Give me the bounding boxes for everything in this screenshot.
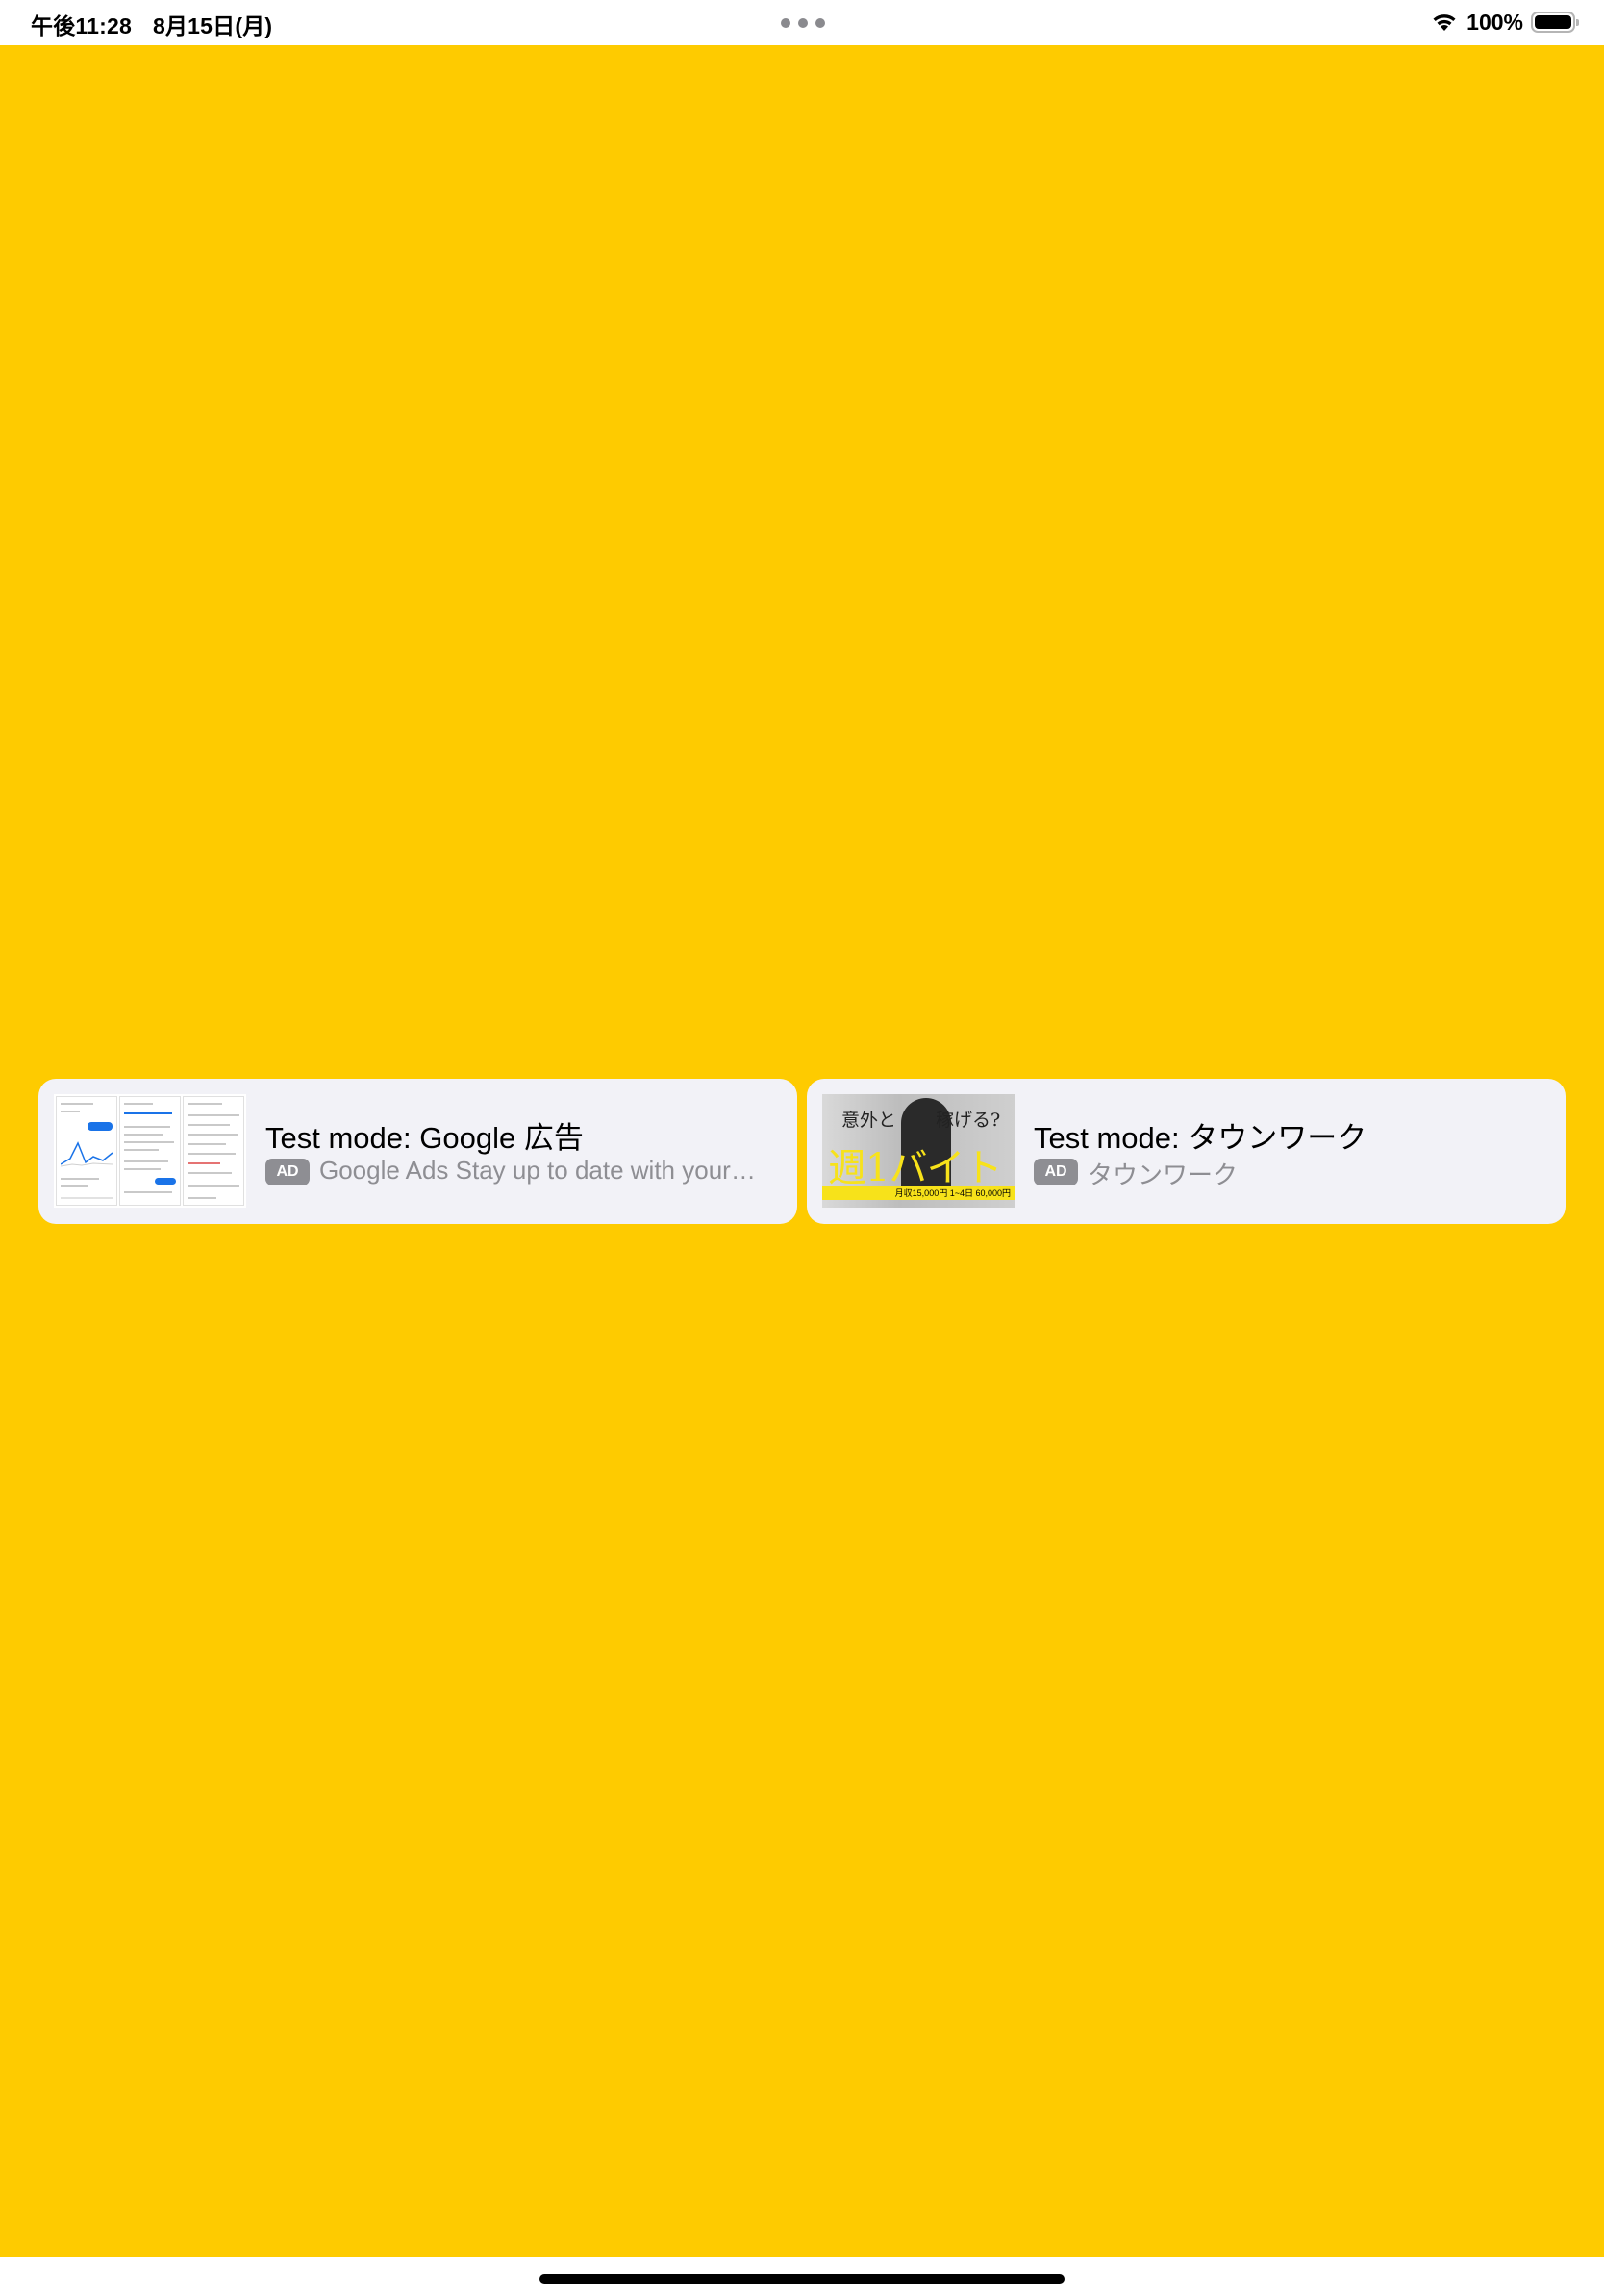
thumb-footer-strip: 月収15,000円 1~4日 60,000円 [822, 1186, 1015, 1200]
thumb-panel [183, 1096, 244, 1206]
ad-title: Test mode: Google 広告 [265, 1121, 584, 1155]
ad-card-townwork[interactable]: 意外と 稼げる? 週1バイト 月収15,000円 1~4日 60,000円 Te… [807, 1079, 1566, 1224]
main-content: Test mode: Google 広告 AD Google Ads Stay … [0, 45, 1604, 2257]
battery-icon [1531, 12, 1579, 33]
multitask-dots-icon[interactable] [781, 18, 825, 28]
ad-badge: AD [265, 1159, 310, 1185]
ad-description: Google Ads Stay up to date with your… [319, 1156, 756, 1185]
thumb-headline: 週1バイト [828, 1146, 1002, 1190]
status-bar: 午後11:28 8月15日(月) 100% [0, 0, 1604, 45]
status-time: 午後11:28 [31, 13, 132, 38]
status-date: 8月15日(月) [152, 13, 273, 38]
wifi-icon [1433, 14, 1456, 31]
ad-title: Test mode: タウンワーク [1034, 1121, 1367, 1155]
thumb-footer-text: 月収15,000円 1~4日 60,000円 [894, 1188, 1011, 1198]
status-indicators: 100% [1430, 8, 1579, 37]
battery-percent: 100% [1466, 9, 1523, 35]
thumb-panel [56, 1096, 117, 1206]
thumb-panel [119, 1096, 181, 1206]
ad-description: タウンワーク [1088, 1160, 1239, 1189]
ad-card-google[interactable]: Test mode: Google 広告 AD Google Ads Stay … [38, 1079, 797, 1224]
ad-badge: AD [1034, 1159, 1078, 1185]
ad-thumbnail-townwork: 意外と 稼げる? 週1バイト 月収15,000円 1~4日 60,000円 [822, 1094, 1015, 1208]
home-indicator[interactable] [539, 2274, 1065, 2284]
battery-fill [1535, 15, 1571, 29]
thumb-text-left: 意外と [841, 1110, 897, 1131]
ad-thumbnail-google [54, 1094, 246, 1208]
thumb-text-right: 稼げる? [936, 1110, 1001, 1131]
screen: 午後11:28 8月15日(月) 100% Test mode: Google … [0, 0, 1604, 2296]
status-time-date: 午後11:28 8月15日(月) [31, 8, 272, 40]
home-bar-area [0, 2257, 1604, 2296]
